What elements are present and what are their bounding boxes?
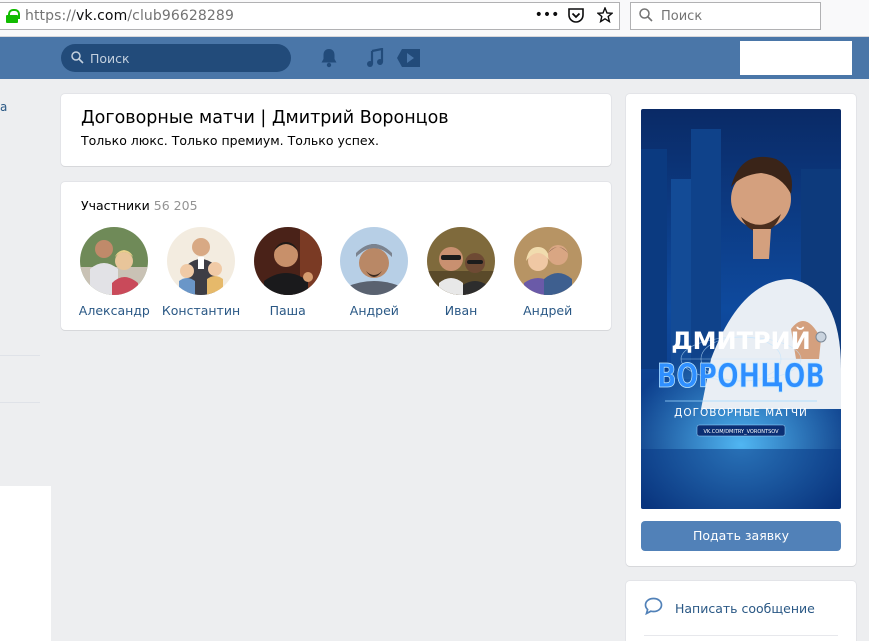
avatar[interactable] (167, 227, 235, 295)
url-prefix: https:// (25, 8, 76, 24)
chat-bubble-icon (644, 597, 663, 619)
cover-title-line2: ВОРОНЦОВ (657, 356, 825, 395)
join-request-button[interactable]: Подать заявку (641, 521, 841, 551)
member-name[interactable]: Андрей (350, 303, 399, 318)
member-name[interactable]: Андрей (523, 303, 572, 318)
video-icon[interactable] (397, 47, 421, 69)
group-title: Договорные матчи | Дмитрий Воронцов (81, 108, 449, 128)
site-header: Поиск (0, 37, 869, 79)
address-bar[interactable]: https://vk.com/club96628289 ••• (0, 2, 620, 30)
vk-search-placeholder: Поиск (90, 50, 130, 66)
cover-title-line1: ДМИТРИЙ (671, 326, 810, 355)
bell-icon[interactable] (318, 47, 340, 69)
members-header[interactable]: Участники 56 205 (81, 198, 591, 213)
member-item[interactable]: Андрей (331, 227, 418, 318)
send-message-link[interactable]: Написать сообщение (644, 597, 838, 619)
url-domain: vk.com (75, 8, 128, 24)
group-header-card: Договорные матчи | Дмитрий Воронцов Толь… (61, 94, 611, 166)
members-label: Участники (81, 198, 150, 213)
sidebar-divider (0, 355, 40, 356)
avatar[interactable] (253, 227, 322, 295)
members-count: 56 205 (153, 198, 198, 213)
sidebar-divider (0, 402, 40, 403)
more-dots-icon[interactable]: ••• (535, 6, 560, 24)
user-menu[interactable] (740, 41, 852, 75)
divider (644, 635, 838, 636)
search-icon (639, 7, 653, 26)
members-list: Александр Константин Паша Андрей Иван Ан… (71, 227, 591, 318)
vk-search-input[interactable]: Поиск (61, 44, 291, 72)
sidebar-link-fragment[interactable]: а (0, 100, 7, 114)
lock-icon (5, 9, 20, 23)
members-card: Участники 56 205 Александр Константин Паш… (61, 182, 611, 330)
url-path: /club96628289 (127, 8, 234, 24)
member-name[interactable]: Иван (445, 303, 478, 318)
avatar[interactable] (513, 227, 582, 295)
browser-search-input[interactable]: Поиск (630, 2, 821, 30)
sidebar-block (0, 486, 51, 641)
group-cover-card: ДМИТРИЙ ВОРОНЦОВ ДОГОВОРНЫЕ МАТЧИ VK.COM… (626, 94, 856, 566)
group-status: Только люкс. Только премиум. Только успе… (81, 133, 379, 148)
member-item[interactable]: Андрей (504, 227, 591, 318)
url-text: https://vk.com/club96628289 (25, 8, 234, 24)
actions-card: Написать сообщение (626, 581, 856, 641)
avatar[interactable] (340, 227, 409, 295)
member-item[interactable]: Константин (158, 227, 245, 318)
avatar[interactable] (80, 227, 149, 295)
member-name[interactable]: Паша (270, 303, 306, 318)
address-bar-actions: ••• (535, 6, 613, 24)
cover-subtitle: ДОГОВОРНЫЕ МАТЧИ (674, 407, 808, 419)
browser-search-placeholder: Поиск (661, 8, 703, 24)
music-icon[interactable] (364, 47, 386, 69)
search-icon (71, 49, 84, 68)
pocket-icon[interactable] (568, 6, 584, 24)
browser-toolbar: https://vk.com/club96628289 ••• Поиск (0, 0, 869, 37)
member-name[interactable]: Александр (79, 303, 150, 318)
cover-link: VK.COM/DMITRY_VORONTSOV (703, 429, 779, 435)
bookmark-star-icon[interactable] (597, 6, 613, 24)
member-item[interactable]: Иван (418, 227, 505, 318)
member-name[interactable]: Константин (162, 303, 240, 318)
group-cover-image[interactable]: ДМИТРИЙ ВОРОНЦОВ ДОГОВОРНЫЕ МАТЧИ VK.COM… (641, 109, 841, 509)
avatar[interactable] (427, 227, 496, 295)
member-item[interactable]: Паша (244, 227, 331, 318)
send-message-label: Написать сообщение (675, 600, 815, 616)
member-item[interactable]: Александр (71, 227, 158, 318)
